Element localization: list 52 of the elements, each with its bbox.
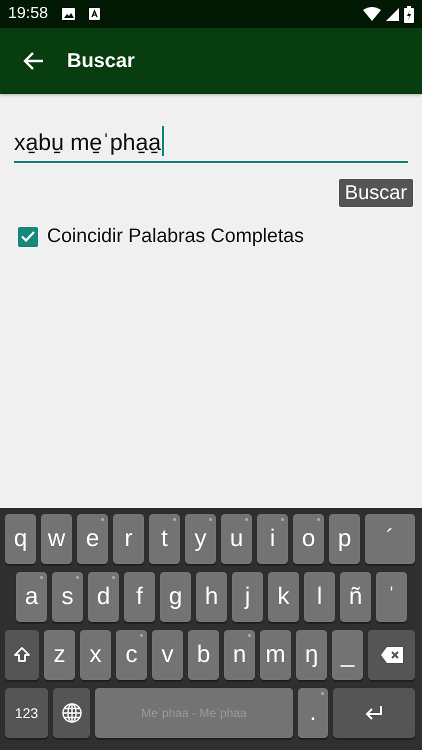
keyboard-key[interactable]: n [224,630,255,680]
keyboard-key[interactable]: j [232,572,263,622]
keyboard-key[interactable]: . [298,688,328,738]
keyboard-key[interactable]: t [149,514,180,564]
keyboard-key[interactable]: u [221,514,252,564]
keyboard-key[interactable]: m [260,630,291,680]
keyboard-notification-icon [89,8,100,20]
keyboard-key[interactable]: a [16,572,47,622]
keyboard-key[interactable]: c [116,630,147,680]
keyboard-key[interactable]: f [124,572,155,622]
keyboard-key[interactable]: s [52,572,83,622]
search-field[interactable]: xa̱bu̱ me̱ˈpha̱a̱ [14,126,408,163]
signal-icon [386,8,399,20]
image-icon [62,8,76,20]
keyboard-key[interactable]: ˈ [376,572,407,622]
back-button[interactable] [22,51,44,71]
keyboard-key[interactable]: i [257,514,288,564]
shift-icon [14,647,30,663]
keyboard-key[interactable]: o [293,514,324,564]
keyboard-key[interactable]: h [196,572,227,622]
status-time: 19:58 [8,5,48,23]
wifi-icon [363,7,381,21]
numbers-key[interactable]: 123 [5,688,48,738]
app-bar-title: Buscar [67,50,135,72]
keyboard-key[interactable]: _ [332,630,363,680]
keyboard-key[interactable]: ŋ [296,630,327,680]
keyboard-key[interactable]: x [80,630,111,680]
shift-key[interactable] [5,630,39,680]
backspace-key[interactable] [368,630,415,680]
keyboard-key[interactable]: z [44,630,75,680]
keyboard-key[interactable]: w [41,514,72,564]
language-key[interactable] [53,688,90,738]
battery-icon [404,6,414,22]
keyboard-key[interactable]: d [88,572,119,622]
keyboard-key[interactable]: v [152,630,183,680]
keyboard-key[interactable]: k [268,572,299,622]
keyboard-key[interactable]: e [77,514,108,564]
keyboard-key[interactable]: p [329,514,360,564]
keyboard-key[interactable]: r [113,514,144,564]
checkbox-label: Coincidir Palabras Completas [47,225,304,248]
search-button[interactable]: Buscar [338,179,413,207]
keyboard-key[interactable]: y [185,514,216,564]
globe-icon [62,703,82,723]
keyboard-key[interactable]: ñ [340,572,371,622]
keyboard-key[interactable]: b [188,630,219,680]
backspace-icon [380,647,402,663]
checkbox[interactable] [18,226,38,246]
keyboard-key[interactable]: l [304,572,335,622]
keyboard-key[interactable]: g [160,572,191,622]
keyboard-key[interactable]: q [5,514,36,564]
keyboard-key[interactable]: ´ [365,514,415,564]
enter-icon [363,705,385,721]
